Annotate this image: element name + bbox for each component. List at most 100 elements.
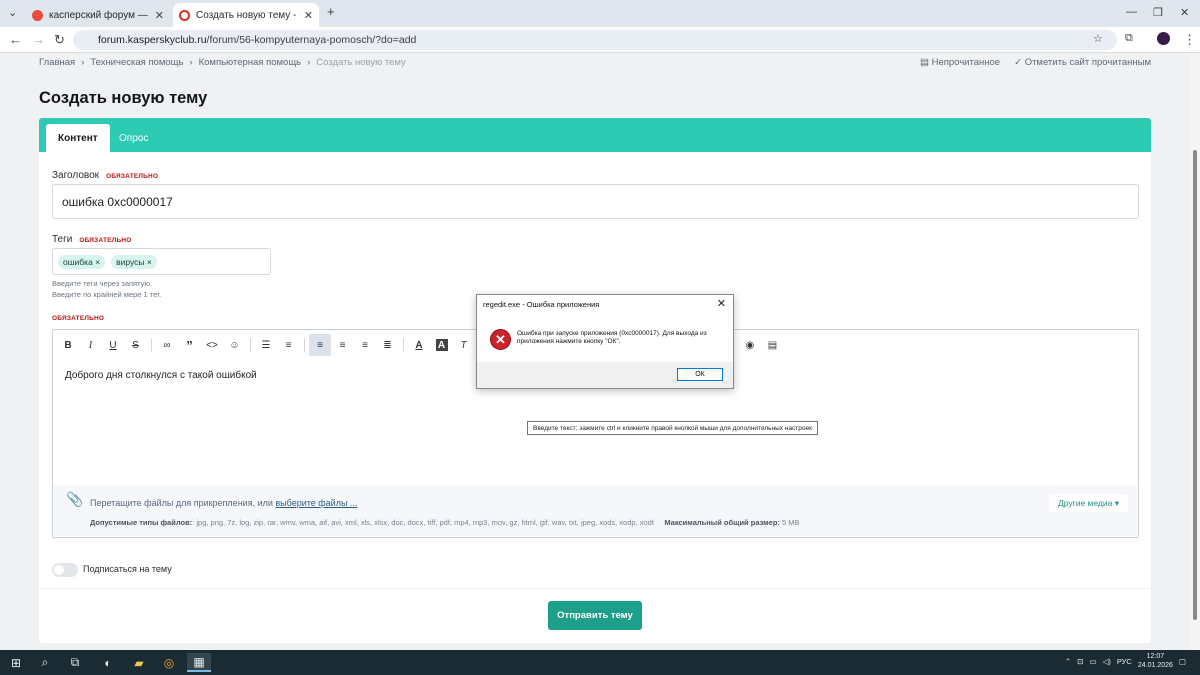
yandex-favicon-icon (32, 9, 43, 21)
allowed-types: Допустимые типы файлов:: jpg, png, 7z, l… (90, 518, 800, 527)
align-center-icon[interactable]: ≡ (332, 334, 354, 356)
dialog-title: regedit.exe - Ошибка приложения (483, 300, 600, 309)
tag-chip[interactable]: вирусы × (111, 254, 157, 269)
tags-input[interactable]: ошибка × вирусы × (52, 248, 271, 275)
submit-topic-button[interactable]: Отправить тему (548, 601, 642, 630)
start-icon[interactable]: ⊞ (4, 653, 28, 672)
align-right-icon[interactable]: ≡ (354, 334, 376, 356)
code-icon[interactable]: <> (201, 334, 223, 356)
close-tab-icon[interactable]: ✕ (304, 9, 313, 22)
divider (39, 588, 1151, 589)
dialog-message: Ошибка при запуске приложения (0xc000001… (517, 330, 707, 345)
windows-taskbar: ⊞ ⌕ ⧉ ◐ ▰ ◎ ▦ ⌃ ⊡ ▭ ◁) РУС 12:07 24.01.2… (0, 650, 1200, 675)
tag-chip[interactable]: ошибка × (58, 254, 106, 269)
language-indicator[interactable]: РУС (1117, 657, 1132, 666)
ok-button[interactable]: ОК (677, 368, 723, 381)
attachment-area[interactable]: 📎 Перетащите файлы для прикрепления, или… (54, 485, 1137, 536)
subscribe-toggle[interactable] (52, 563, 78, 577)
back-icon[interactable]: ← (9, 32, 22, 47)
preview-icon[interactable]: ◉ (739, 334, 761, 356)
browser-tab-kaspersky[interactable]: Создать новую тему - Kaspersky ✕ (173, 3, 319, 27)
system-tray: ⌃ ⊡ ▭ ◁) РУС 12:07 24.01.2026 ▢ (1065, 652, 1186, 670)
tab-poll[interactable]: Опрос (107, 124, 160, 152)
subscribe-label: Подписаться на тему (83, 564, 172, 574)
browser-tab-yandex[interactable]: касперский форум — Яндекс ✕ (26, 3, 170, 27)
chevron-up-icon[interactable]: ⌃ (1065, 657, 1071, 666)
clear-format-icon[interactable]: T (453, 334, 475, 356)
maximize-icon[interactable]: ❐ (1153, 6, 1163, 19)
required-badge: ОБЯЗАТЕЛЬНО (79, 237, 132, 244)
breadcrumb: Главная › Техническая помощь › Компьютерна… (39, 57, 406, 68)
close-window-icon[interactable]: ✕ (1180, 6, 1189, 19)
extensions-icon[interactable]: ⧉ (1125, 32, 1133, 45)
emoji-icon[interactable]: ☺ (224, 334, 246, 356)
title-label: Заголовок ОБЯЗАТЕЛЬНО (52, 170, 159, 181)
error-icon: ✕ (490, 329, 511, 350)
drop-zone-text: Перетащите файлы для прикрепления, или в… (90, 498, 358, 508)
breadcrumb-home[interactable]: Главная (39, 57, 75, 68)
page-scrollbar[interactable] (1190, 53, 1200, 650)
text-color-icon[interactable]: A (408, 334, 430, 356)
dialog-footer: ОК (477, 362, 733, 388)
align-left-icon[interactable]: ≡ (309, 334, 331, 356)
storage-icon[interactable]: ▭ (1089, 657, 1096, 666)
browser-toolbar: ← → ↻ forum.kasperskyclub.ru/forum/56-ko… (0, 27, 1200, 53)
background-color-icon[interactable]: A (435, 339, 448, 351)
file-explorer-icon[interactable]: ▰ (127, 653, 151, 672)
mark-read-link[interactable]: ✓ Отметить сайт прочитанным (1014, 57, 1151, 68)
paperclip-icon: 📎 (66, 491, 84, 507)
page-title: Создать новую тему (39, 89, 208, 107)
breadcrumb-tech-help[interactable]: Техническая помощь (90, 57, 183, 68)
new-tab-icon[interactable]: + (327, 4, 335, 19)
reload-icon[interactable]: ↻ (54, 32, 65, 48)
breadcrumb-computer-help[interactable]: Компьютерная помощь (199, 57, 302, 68)
task-view-icon[interactable]: ⧉ (63, 653, 87, 672)
editor-body[interactable]: Доброго дня столкнулся с такой ошибкой (65, 370, 257, 381)
regedit-icon[interactable]: ▦ (187, 653, 211, 672)
check-icon: ✓ (1014, 57, 1025, 68)
quote-icon[interactable]: ” (179, 334, 201, 356)
breadcrumb-current: Создать новую тему (316, 57, 406, 68)
error-dialog: regedit.exe - Ошибка приложения ✕ ✕ Ошиб… (476, 294, 734, 389)
body-label: ОБЯЗАТЕЛЬНО (52, 315, 104, 322)
source-icon[interactable]: ▤ (762, 334, 784, 356)
unread-link[interactable]: ▤ Непрочитанное (920, 57, 1000, 68)
close-tab-icon[interactable]: ✕ (155, 9, 164, 22)
bookmark-star-icon[interactable]: ☆ (1093, 32, 1103, 45)
tags-hint: Введите по крайней мере 1 тег. (52, 290, 162, 299)
strikethrough-icon[interactable]: S (125, 334, 147, 356)
scrollbar-thumb[interactable] (1193, 150, 1197, 620)
italic-icon[interactable]: I (80, 334, 102, 356)
app-icon[interactable]: ◐ (96, 653, 120, 672)
chrome-icon[interactable]: ◎ (157, 653, 181, 672)
kaspersky-favicon-icon (179, 9, 190, 21)
link-icon[interactable]: ∞ (156, 334, 178, 356)
browser-menu-icon[interactable]: ⋮ (1183, 32, 1196, 48)
volume-icon[interactable]: ◁) (1103, 657, 1111, 666)
header-actions: ▤ Непрочитанное ✓ Отметить сайт прочитан… (920, 57, 1151, 68)
forward-icon[interactable]: → (32, 32, 45, 47)
search-icon[interactable]: ⌕ (33, 653, 57, 672)
align-justify-icon[interactable]: ≣ (377, 334, 399, 356)
tags-label: Теги ОБЯЗАТЕЛЬНО (52, 234, 132, 245)
bullet-list-icon[interactable]: ☰ (255, 334, 277, 356)
other-media-button[interactable]: Другие медиа ▾ (1048, 494, 1128, 512)
unread-icon: ▤ (919, 57, 932, 68)
choose-files-link[interactable]: выберите файлы ... (275, 498, 357, 508)
tab-content[interactable]: Контент (46, 124, 110, 152)
underline-icon[interactable]: U (102, 334, 124, 356)
clock[interactable]: 12:07 24.01.2026 (1138, 652, 1173, 670)
bold-icon[interactable]: B (57, 334, 79, 356)
numbered-list-icon[interactable]: ≡ (278, 334, 300, 356)
tab-menu-icon[interactable]: ⌄ (8, 6, 17, 19)
address-bar[interactable]: forum.kasperskyclub.ru/forum/56-kompyute… (73, 30, 1117, 50)
minimize-icon[interactable]: — (1126, 6, 1137, 18)
form-tab-strip: Контент Опрос (39, 118, 1151, 152)
tags-hint: Введите теги через запятую. (52, 279, 153, 288)
notification-icon[interactable]: ▢ (1179, 657, 1186, 666)
network-icon[interactable]: ⊡ (1077, 657, 1083, 666)
title-input[interactable]: ошибка 0xc0000017 (52, 184, 1139, 219)
required-badge: ОБЯЗАТЕЛЬНО (106, 173, 159, 180)
profile-avatar[interactable] (1157, 32, 1170, 45)
close-icon[interactable]: ✕ (717, 297, 726, 310)
